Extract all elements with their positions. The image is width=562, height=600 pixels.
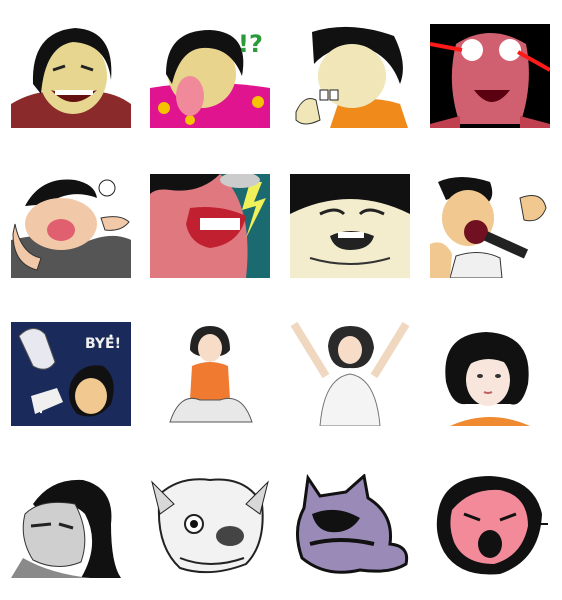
sticker-crying-wide-face[interactable] (290, 174, 410, 278)
screaming-face-icon (430, 474, 550, 578)
sticker-angry-red-face-lightning[interactable] (150, 174, 270, 278)
sticker-pink-screaming-face[interactable] (430, 474, 550, 578)
crying-face-icon (290, 174, 410, 278)
sticker-kissing-face-hands[interactable] (11, 174, 131, 278)
caption-text: !? (238, 30, 263, 58)
waving-hand-icon: BYE! (11, 322, 131, 426)
microphone-icon (430, 174, 550, 278)
glaring-man-icon (11, 474, 131, 578)
sticker-buck-teeth-thumbs-up[interactable] (290, 24, 410, 128)
sticker-grayscale-glaring-man[interactable] (11, 474, 131, 578)
sticker-singing-microphone-fist[interactable] (430, 174, 550, 278)
laser-eyes-icon (430, 24, 550, 128)
sticker-girl-stretching-arms[interactable] (290, 322, 410, 426)
sitting-girl-icon (150, 322, 270, 426)
cat-silhouette-icon (290, 474, 410, 578)
kiss-icon (11, 174, 131, 278)
angry-face-icon (150, 174, 270, 278)
sticker-purple-cat-shadow[interactable] (290, 474, 410, 578)
sticker-girl-sitting-smiling[interactable] (150, 322, 270, 426)
thumbs-up-icon (290, 24, 410, 128)
caption-text: BYE! (85, 336, 121, 352)
sticker-grinning-man[interactable] (11, 24, 131, 128)
sticker-tongue-out-surprised[interactable]: !? (150, 24, 270, 128)
stretching-girl-icon (290, 322, 410, 426)
sticker-dog-face-sketch[interactable] (150, 474, 270, 578)
sticker-waving-bye-space[interactable]: BYE! (11, 322, 131, 426)
grinning-man-icon (11, 24, 131, 128)
dog-face-icon (150, 474, 270, 578)
girl-portrait-icon (430, 322, 550, 426)
sticker-red-laser-eyes-monster[interactable] (430, 24, 550, 128)
sticker-girl-bob-portrait[interactable] (430, 322, 550, 426)
tongue-out-icon: !? (150, 24, 270, 128)
